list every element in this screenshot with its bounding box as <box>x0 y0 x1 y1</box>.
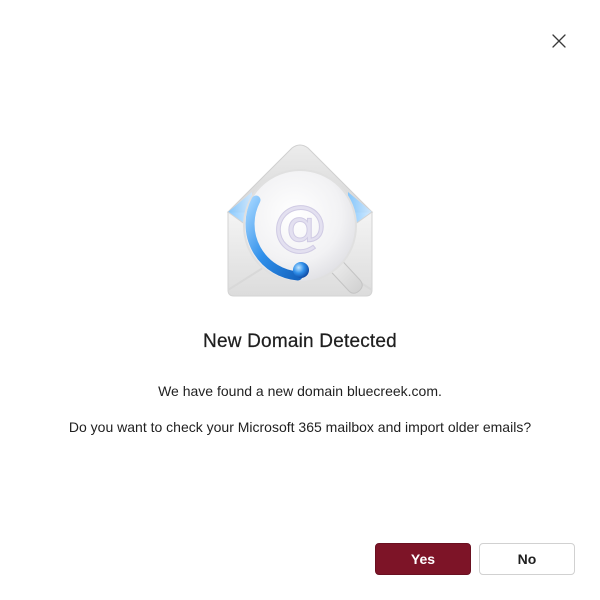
close-icon <box>552 34 566 48</box>
domain-detected-dialog: @ New Domain Detected We have found a ne… <box>0 0 600 600</box>
dialog-title: New Domain Detected <box>203 331 397 352</box>
no-button[interactable]: No <box>479 543 575 575</box>
envelope-search-icon: @ <box>226 144 374 297</box>
close-button[interactable] <box>545 27 573 55</box>
message-domain-found: We have found a new domain bluecreek.com… <box>158 383 442 399</box>
message-import-question: Do you want to check your Microsoft 365 … <box>68 419 532 435</box>
svg-text:@: @ <box>273 194 327 257</box>
yes-button[interactable]: Yes <box>375 543 471 575</box>
